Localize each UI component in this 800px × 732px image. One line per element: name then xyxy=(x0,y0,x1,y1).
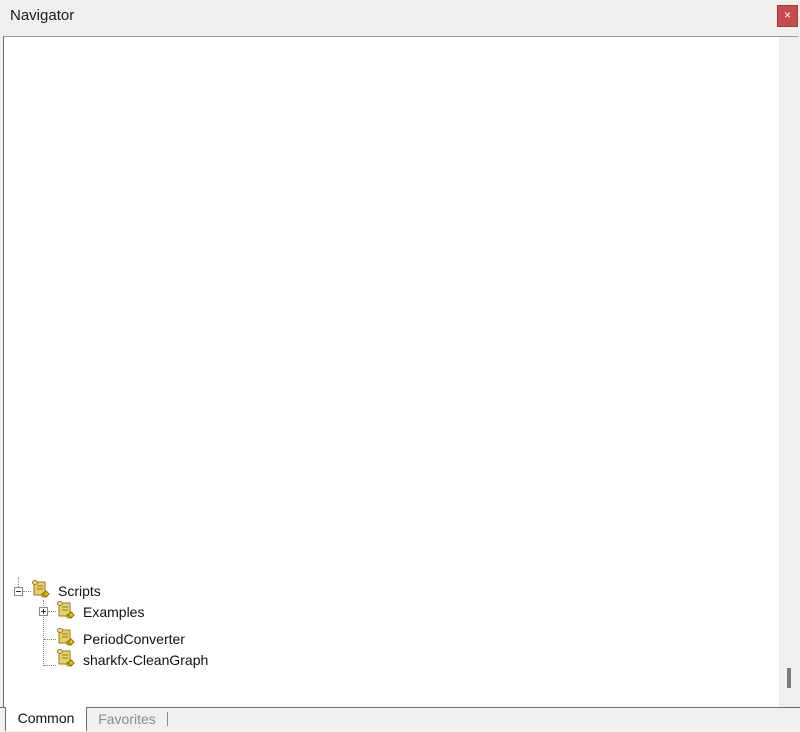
vertical-scrollbar[interactable] xyxy=(779,37,798,707)
tab-common[interactable]: Common xyxy=(5,707,87,731)
tree-view: Scripts Examples PeriodConverter sharkfx… xyxy=(4,37,779,707)
close-icon: × xyxy=(783,8,791,22)
tree-connector xyxy=(48,611,56,612)
tab-favorites[interactable]: Favorites xyxy=(87,708,167,731)
tree-connector xyxy=(44,665,56,666)
script-scroll-icon xyxy=(56,627,76,647)
script-scroll-icon xyxy=(56,600,76,620)
tree-connector xyxy=(44,639,56,640)
navigator-tree-pane[interactable]: Scripts Examples PeriodConverter sharkfx… xyxy=(3,36,798,707)
tab-bar: Common Favorites xyxy=(0,707,800,732)
tree-item-periodconverter[interactable]: PeriodConverter xyxy=(83,631,185,647)
script-scroll-icon xyxy=(31,579,51,599)
tab-separator xyxy=(167,712,168,726)
close-button[interactable]: × xyxy=(777,5,798,27)
window-title: Navigator xyxy=(10,7,75,24)
scrollbar-thumb[interactable] xyxy=(787,668,791,688)
navigator-window: Navigator × Scripts Examples PeriodConve… xyxy=(0,0,800,732)
title-bar: Navigator × xyxy=(0,0,800,34)
script-scroll-icon xyxy=(56,648,76,668)
tree-connector xyxy=(23,591,31,592)
tree-item-examples[interactable]: Examples xyxy=(83,604,144,620)
scripts-collapse-toggle[interactable] xyxy=(14,587,23,596)
examples-expand-toggle[interactable] xyxy=(39,607,48,616)
tree-item-sharkfx-cleangraph[interactable]: sharkfx-CleanGraph xyxy=(83,652,208,668)
tree-item-scripts[interactable]: Scripts xyxy=(58,583,101,599)
